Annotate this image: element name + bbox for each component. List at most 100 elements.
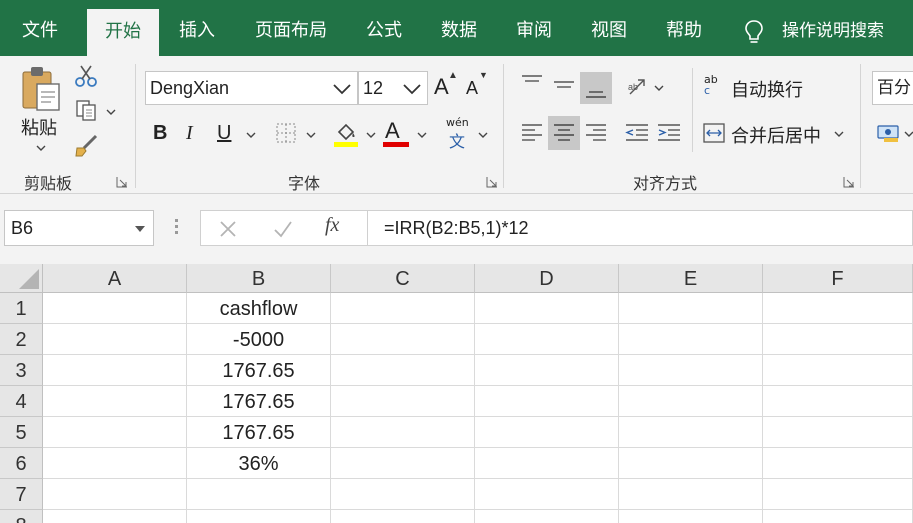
row-header-6[interactable]: 6 bbox=[0, 448, 43, 479]
italic-button[interactable]: I bbox=[186, 122, 193, 145]
cell-a1[interactable] bbox=[43, 293, 187, 324]
cell-a3[interactable] bbox=[43, 355, 187, 386]
cell-c7[interactable] bbox=[331, 479, 475, 510]
cell-b7[interactable] bbox=[187, 479, 331, 510]
copy-dropdown-icon[interactable] bbox=[106, 108, 116, 116]
accounting-format-icon[interactable] bbox=[876, 122, 902, 144]
paste-dropdown-icon[interactable] bbox=[36, 144, 46, 152]
cell-e7[interactable] bbox=[619, 479, 763, 510]
select-all-button[interactable] bbox=[0, 264, 43, 293]
merge-center-icon[interactable] bbox=[703, 122, 725, 144]
merge-center-button[interactable]: 合并后居中 bbox=[731, 122, 821, 148]
tab-insert[interactable]: 插入 bbox=[163, 0, 231, 56]
row-header-3[interactable]: 3 bbox=[0, 355, 43, 386]
merge-dropdown-icon[interactable] bbox=[834, 130, 844, 138]
font-name-select[interactable]: DengXian bbox=[145, 71, 358, 105]
column-header-b[interactable]: B bbox=[187, 264, 331, 293]
cell-b5[interactable]: 1767.65 bbox=[187, 417, 331, 448]
cell-f4[interactable] bbox=[763, 386, 913, 417]
cell-a5[interactable] bbox=[43, 417, 187, 448]
cell-b6[interactable]: 36% bbox=[187, 448, 331, 479]
name-box-dropdown-icon[interactable] bbox=[135, 226, 145, 232]
underline-button[interactable]: U bbox=[217, 122, 231, 145]
align-right-icon[interactable] bbox=[584, 122, 608, 144]
row-header-8[interactable]: 8 bbox=[0, 510, 43, 523]
column-header-e[interactable]: E bbox=[619, 264, 763, 293]
enter-check-icon[interactable] bbox=[273, 220, 293, 238]
row-header-5[interactable]: 5 bbox=[0, 417, 43, 448]
cell-a6[interactable] bbox=[43, 448, 187, 479]
cell-b2[interactable]: -5000 bbox=[187, 324, 331, 355]
cell-f6[interactable] bbox=[763, 448, 913, 479]
cell-d5[interactable] bbox=[475, 417, 619, 448]
paste-icon[interactable] bbox=[20, 64, 64, 112]
font-launcher-icon[interactable] bbox=[486, 176, 498, 188]
insert-function-button[interactable]: fx bbox=[325, 214, 339, 237]
font-size-select[interactable]: 12 bbox=[358, 71, 428, 105]
cell-d6[interactable] bbox=[475, 448, 619, 479]
increase-indent-icon[interactable] bbox=[656, 122, 682, 144]
accounting-dropdown-icon[interactable] bbox=[904, 130, 913, 138]
paste-button-label[interactable]: 粘贴 bbox=[21, 114, 57, 140]
cell-b3[interactable]: 1767.65 bbox=[187, 355, 331, 386]
cell-c8[interactable] bbox=[331, 510, 475, 523]
alignment-launcher-icon[interactable] bbox=[843, 176, 855, 188]
cell-c3[interactable] bbox=[331, 355, 475, 386]
cell-b8[interactable] bbox=[187, 510, 331, 523]
bold-button[interactable]: B bbox=[153, 122, 167, 145]
cell-f3[interactable] bbox=[763, 355, 913, 386]
tab-page-layout[interactable]: 页面布局 bbox=[245, 0, 337, 56]
cell-d3[interactable] bbox=[475, 355, 619, 386]
copy-icon[interactable] bbox=[75, 100, 99, 122]
cell-e4[interactable] bbox=[619, 386, 763, 417]
tab-home[interactable]: 开始 bbox=[87, 9, 159, 56]
cell-d8[interactable] bbox=[475, 510, 619, 523]
cell-a7[interactable] bbox=[43, 479, 187, 510]
cell-f5[interactable] bbox=[763, 417, 913, 448]
cancel-icon[interactable] bbox=[219, 220, 237, 238]
cell-d4[interactable] bbox=[475, 386, 619, 417]
phonetic-guide-button[interactable]: 文 bbox=[449, 128, 465, 152]
row-header-4[interactable]: 4 bbox=[0, 386, 43, 417]
cell-a4[interactable] bbox=[43, 386, 187, 417]
shrink-font-button[interactable]: A ▼ bbox=[466, 70, 488, 99]
cell-e8[interactable] bbox=[619, 510, 763, 523]
cell-a2[interactable] bbox=[43, 324, 187, 355]
borders-dropdown-icon[interactable] bbox=[306, 131, 316, 139]
orientation-dropdown-icon[interactable] bbox=[654, 84, 664, 92]
wrap-text-icon[interactable]: ab c bbox=[704, 74, 726, 96]
grow-font-button[interactable]: A ▲ bbox=[434, 70, 458, 100]
borders-icon[interactable] bbox=[275, 122, 297, 144]
cell-f1[interactable] bbox=[763, 293, 913, 324]
row-header-2[interactable]: 2 bbox=[0, 324, 43, 355]
name-box[interactable]: B6 bbox=[4, 210, 154, 246]
cell-d7[interactable] bbox=[475, 479, 619, 510]
cell-a8[interactable] bbox=[43, 510, 187, 523]
cell-c2[interactable] bbox=[331, 324, 475, 355]
cell-c4[interactable] bbox=[331, 386, 475, 417]
cell-d1[interactable] bbox=[475, 293, 619, 324]
align-middle-icon[interactable] bbox=[552, 74, 576, 94]
cell-c6[interactable] bbox=[331, 448, 475, 479]
row-header-1[interactable]: 1 bbox=[0, 293, 43, 324]
decrease-indent-icon[interactable] bbox=[624, 122, 650, 144]
orientation-icon[interactable]: ab bbox=[626, 76, 652, 98]
font-color-button[interactable]: A bbox=[385, 118, 400, 144]
cell-b4[interactable]: 1767.65 bbox=[187, 386, 331, 417]
align-top-icon[interactable] bbox=[520, 74, 544, 94]
column-header-a[interactable]: A bbox=[43, 264, 187, 293]
cell-e2[interactable] bbox=[619, 324, 763, 355]
fill-color-icon[interactable] bbox=[333, 120, 359, 148]
tab-formulas[interactable]: 公式 bbox=[352, 0, 416, 56]
cell-d2[interactable] bbox=[475, 324, 619, 355]
cell-f8[interactable] bbox=[763, 510, 913, 523]
fill-color-dropdown-icon[interactable] bbox=[366, 131, 376, 139]
cell-f2[interactable] bbox=[763, 324, 913, 355]
column-header-f[interactable]: F bbox=[763, 264, 913, 293]
font-color-dropdown-icon[interactable] bbox=[417, 131, 427, 139]
tab-help[interactable]: 帮助 bbox=[652, 0, 716, 56]
clipboard-launcher-icon[interactable] bbox=[116, 176, 128, 188]
wrap-text-button[interactable]: 自动换行 bbox=[731, 76, 803, 102]
tab-data[interactable]: 数据 bbox=[427, 0, 491, 56]
cell-f7[interactable] bbox=[763, 479, 913, 510]
